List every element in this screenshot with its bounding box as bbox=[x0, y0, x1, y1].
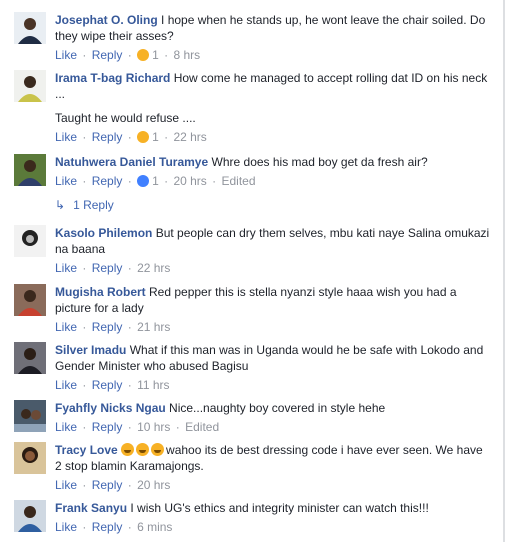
reply-arrow-icon: ↳ bbox=[55, 198, 66, 212]
reply-button[interactable]: Reply bbox=[92, 420, 123, 434]
replies-count-label[interactable]: 1 Reply bbox=[73, 198, 114, 212]
comment-actions: Like · Reply · 20 hrs bbox=[55, 478, 171, 492]
like-reaction-icon[interactable] bbox=[137, 175, 150, 187]
comment-text: wahoo its de best dressing code i have e… bbox=[55, 443, 483, 473]
avatar[interactable] bbox=[14, 154, 46, 186]
reply-button[interactable]: Reply bbox=[92, 261, 123, 275]
comment-author[interactable]: Natuhwera Daniel Turamye bbox=[55, 155, 208, 169]
like-button[interactable]: Like bbox=[55, 520, 77, 534]
timestamp[interactable]: 11 hrs bbox=[137, 378, 169, 392]
like-button[interactable]: Like bbox=[55, 420, 77, 434]
reply-button[interactable]: Reply bbox=[92, 378, 123, 392]
avatar[interactable] bbox=[14, 500, 46, 532]
timestamp[interactable]: 21 hrs bbox=[137, 320, 170, 334]
comment-author[interactable]: Silver Imadu bbox=[55, 343, 126, 357]
comment-author[interactable]: Irama T-bag Richard bbox=[55, 71, 170, 85]
reply-button[interactable]: Reply bbox=[92, 174, 123, 188]
like-button[interactable]: Like bbox=[55, 320, 77, 334]
view-replies-link[interactable]: ↳ 1 Reply bbox=[55, 197, 114, 213]
comment-author[interactable]: Tracy Love bbox=[55, 443, 118, 457]
reply-button[interactable]: Reply bbox=[92, 320, 123, 334]
comment-author[interactable]: Fyahfly Nicks Ngau bbox=[55, 401, 166, 415]
timestamp[interactable]: 22 hrs bbox=[137, 261, 170, 275]
like-button[interactable]: Like bbox=[55, 378, 77, 392]
comment-actions: Like · Reply · 1 · 20 hrs · Edited bbox=[55, 174, 256, 188]
comment-text: Nice...naughty boy covered in style hehe bbox=[169, 401, 386, 415]
comment-author[interactable]: Kasolo Philemon bbox=[55, 226, 152, 240]
comment-feed: Josephat O. Oling I hope when he stands … bbox=[0, 0, 505, 542]
avatar[interactable] bbox=[14, 225, 46, 257]
sad-reaction-icon[interactable] bbox=[137, 131, 150, 143]
avatar[interactable] bbox=[14, 342, 46, 374]
reply-button[interactable]: Reply bbox=[92, 478, 123, 492]
like-button[interactable]: Like bbox=[55, 174, 77, 188]
comment-author[interactable]: Josephat O. Oling bbox=[55, 13, 158, 27]
comment-text: Whre does his mad boy get da fresh air? bbox=[211, 155, 428, 169]
reaction-count[interactable]: 1 bbox=[152, 174, 159, 188]
comment-actions: Like · Reply · 1 · 22 hrs bbox=[55, 130, 207, 144]
timestamp[interactable]: 20 hrs bbox=[137, 478, 170, 492]
timestamp[interactable]: 10 hrs bbox=[137, 420, 170, 434]
comment-actions: Like · Reply · 1 · 8 hrs bbox=[55, 48, 201, 62]
comment-author[interactable]: Frank Sanyu bbox=[55, 501, 127, 515]
comment-actions: Like · Reply · 10 hrs · Edited bbox=[55, 420, 220, 434]
timestamp[interactable]: 22 hrs bbox=[173, 130, 206, 144]
timestamp[interactable]: 8 hrs bbox=[173, 48, 200, 62]
reply-button[interactable]: Reply bbox=[92, 48, 123, 62]
avatar[interactable] bbox=[14, 70, 46, 102]
laughing-emoji-icon bbox=[136, 443, 150, 456]
laughing-emoji-icon bbox=[151, 443, 165, 456]
like-button[interactable]: Like bbox=[55, 261, 77, 275]
edited-label[interactable]: Edited bbox=[185, 420, 219, 434]
comment-actions: Like · Reply · 6 mins bbox=[55, 520, 173, 534]
reaction-count[interactable]: 1 bbox=[152, 130, 159, 144]
haha-reaction-icon[interactable] bbox=[137, 49, 150, 61]
comment-actions: Like · Reply · 21 hrs bbox=[55, 320, 171, 334]
like-button[interactable]: Like bbox=[55, 130, 77, 144]
avatar[interactable] bbox=[14, 284, 46, 316]
reaction-count[interactable]: 1 bbox=[152, 48, 159, 62]
reply-button[interactable]: Reply bbox=[92, 130, 123, 144]
avatar[interactable] bbox=[14, 400, 46, 432]
comment-actions: Like · Reply · 22 hrs bbox=[55, 261, 171, 275]
comment-actions: Like · Reply · 11 hrs bbox=[55, 378, 170, 392]
laughing-emoji-icon bbox=[121, 443, 135, 456]
edited-label[interactable]: Edited bbox=[222, 174, 256, 188]
avatar[interactable] bbox=[14, 12, 46, 44]
comment-text: I wish UG's ethics and integrity ministe… bbox=[130, 501, 429, 515]
timestamp[interactable]: 20 hrs bbox=[173, 174, 206, 188]
reply-button[interactable]: Reply bbox=[92, 520, 123, 534]
comment-text: Taught he would refuse .... bbox=[55, 111, 196, 125]
timestamp[interactable]: 6 mins bbox=[137, 520, 172, 534]
like-button[interactable]: Like bbox=[55, 48, 77, 62]
comment-author[interactable]: Mugisha Robert bbox=[55, 285, 146, 299]
avatar[interactable] bbox=[14, 442, 46, 474]
like-button[interactable]: Like bbox=[55, 478, 77, 492]
